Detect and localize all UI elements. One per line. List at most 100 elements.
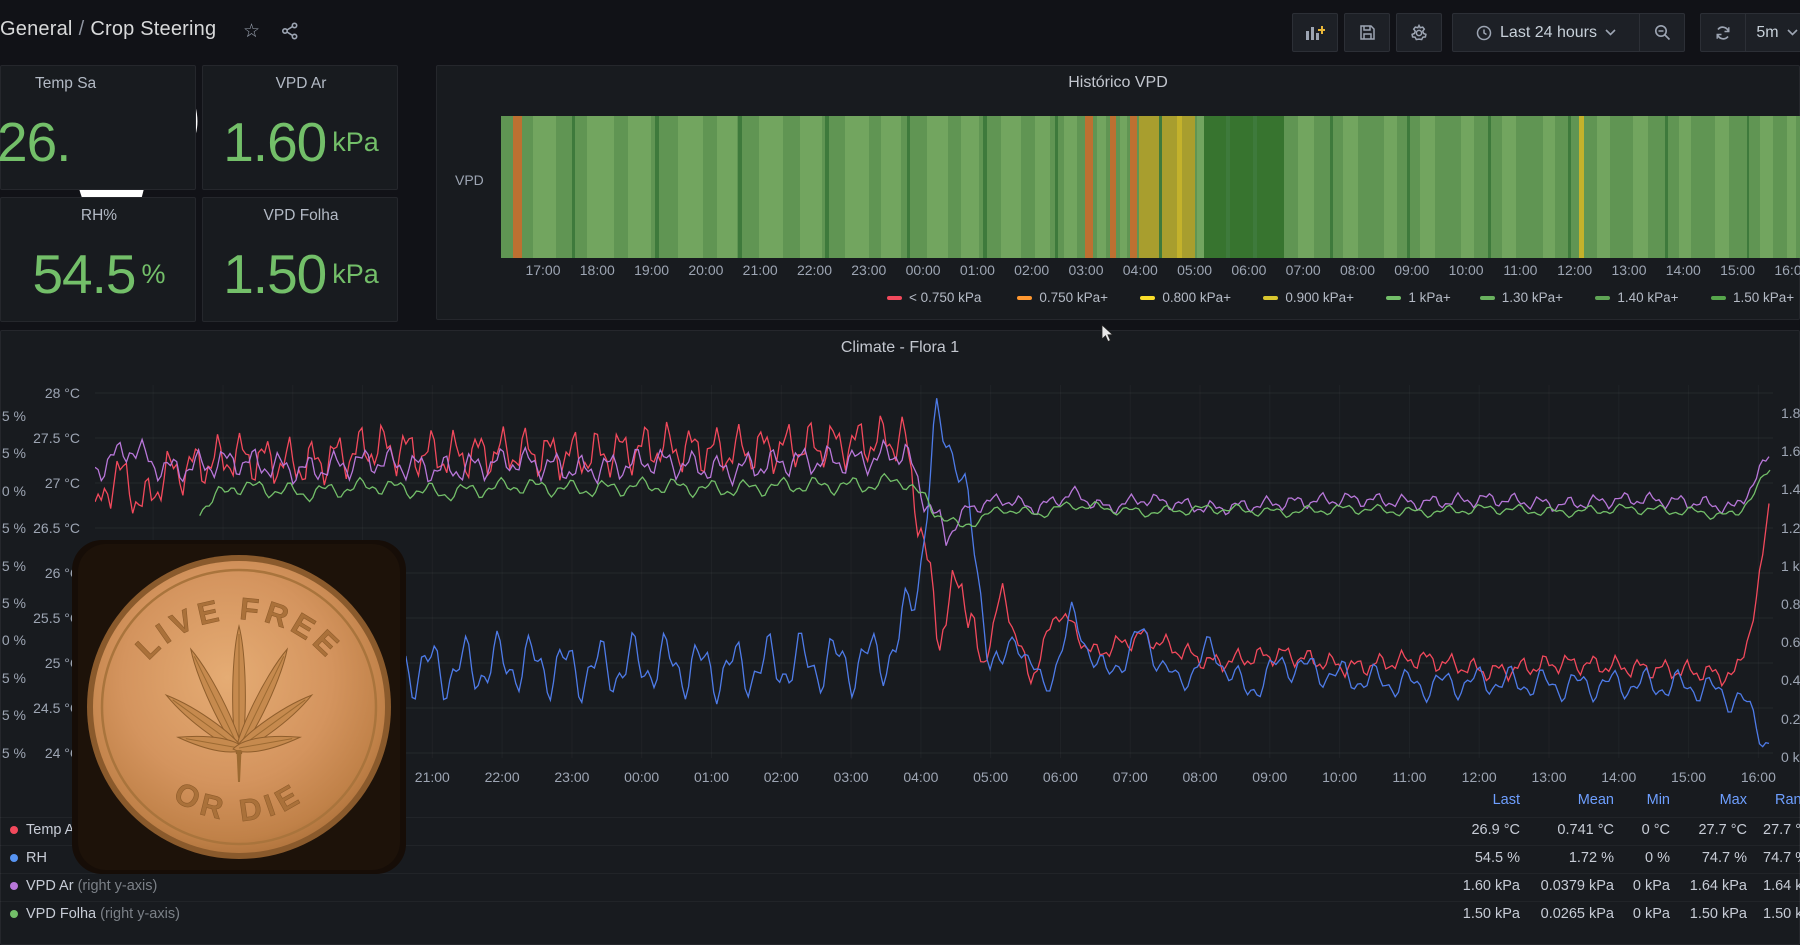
legend-item[interactable]: 1.50 kPa+ [1711, 290, 1794, 305]
climate-x-tick: 01:00 [686, 769, 736, 785]
timeline-segment-or [513, 116, 522, 258]
legend-color-dash [887, 296, 902, 300]
legend-item[interactable]: 0.900 kPa+ [1263, 290, 1354, 305]
table-cell: 1.64 kPa [1637, 878, 1747, 894]
timeline-segment-or [1130, 116, 1137, 258]
table-header[interactable]: Last [1430, 792, 1520, 808]
left-pct-tick: 5 % [0, 670, 26, 686]
legend-item[interactable]: 0.750 kPa+ [1017, 290, 1108, 305]
legend-label: 1.40 kPa+ [1617, 290, 1678, 305]
series-color-dot [10, 882, 18, 890]
timeline-row-label: VPD [455, 172, 484, 188]
timeline-segment-gl [587, 116, 614, 258]
historico-vpd-panel[interactable]: Histórico VPD VPD 17:0018:0019:0020:0021… [436, 65, 1800, 320]
climate-x-tick: 16:00 [1733, 769, 1783, 785]
climate-x-tick: 08:00 [1175, 769, 1225, 785]
timeline-segment-gd [1226, 116, 1231, 258]
stat-unit: % [142, 259, 166, 290]
timeline-x-tick: 03:00 [1061, 262, 1111, 278]
timeline-segment-gd [1159, 116, 1163, 258]
breadcrumb-folder[interactable]: General [0, 18, 73, 40]
climate-x-tick: 22:00 [477, 769, 527, 785]
table-cell: 1.50 k [1763, 906, 1800, 922]
timeline-segment-gl [1001, 116, 1021, 258]
timeline-segment-gd [738, 116, 742, 258]
timeline-segment-gl [1597, 116, 1610, 258]
refresh-button[interactable] [1700, 13, 1746, 52]
series-toggle-rh[interactable]: RH [10, 850, 47, 866]
add-panel-button[interactable] [1292, 13, 1338, 52]
table-cell: 27.7 °C [1763, 822, 1800, 838]
dashboard-settings-button[interactable] [1396, 13, 1442, 52]
timeline-x-tick: 16:00 [1767, 262, 1800, 278]
series-name: RH [26, 850, 47, 866]
stat-rh[interactable]: RH% 54.5 % [0, 197, 196, 322]
stat-temp[interactable]: Temp Sa26. [0, 65, 196, 190]
timeline-segment-gl [678, 116, 703, 258]
vpd-state-timeline[interactable] [501, 116, 1800, 258]
panel-title[interactable]: Histórico VPD [437, 66, 1799, 92]
timeline-segment-gd [1488, 116, 1491, 258]
legend-item[interactable]: 0.800 kPa+ [1140, 290, 1231, 305]
series-color-dot [10, 854, 18, 862]
legend-item[interactable]: 1 kPa+ [1386, 290, 1450, 305]
stat-title: VPD Ar [203, 75, 399, 93]
timeline-x-tick: 07:00 [1278, 262, 1328, 278]
timeline-x-tick: 15:00 [1713, 262, 1763, 278]
time-range-picker[interactable]: Last 24 hours [1452, 13, 1640, 52]
stat-title: RH% [1, 207, 197, 225]
chevron-down-icon [1787, 29, 1798, 36]
legend-color-dash [1140, 296, 1155, 300]
breadcrumb-dashboard[interactable]: Crop Steering [90, 18, 216, 40]
timeline-legend: < 0.750 kPa 0.750 kPa+ 0.800 kPa+ 0.900 kPa… [445, 290, 1800, 310]
timeline-segment-gl [1420, 116, 1434, 258]
timeline-segment-gl [1633, 116, 1647, 258]
table-cell: 27.7 °C [1637, 822, 1747, 838]
timeline-x-tick: 06:00 [1224, 262, 1274, 278]
table-header[interactable]: Max [1657, 792, 1747, 808]
timeline-x-tick: 05:00 [1170, 262, 1220, 278]
legend-item[interactable]: < 0.750 kPa [887, 290, 981, 305]
breadcrumb[interactable]: General/Crop Steering [0, 18, 216, 41]
share-icon[interactable] [281, 22, 299, 45]
legend-item[interactable]: 1.30 kPa+ [1480, 290, 1563, 305]
timeline-x-tick: 08:00 [1333, 262, 1383, 278]
series-toggle-vpd-folha[interactable]: VPD Folha (right y-axis) [10, 906, 180, 922]
dashboard-header: General/Crop Steering ☆ Last 24 hours [0, 0, 1800, 62]
legend-item[interactable]: 1.40 kPa+ [1595, 290, 1678, 305]
timeline-segment-gl [628, 116, 652, 258]
stat-vpd-folha[interactable]: VPD Folha1.50 kPa [202, 197, 398, 322]
timeline-x-tick: 22:00 [790, 262, 840, 278]
table-header[interactable]: Ran [1775, 792, 1800, 808]
legend-color-dash [1480, 296, 1495, 300]
save-dashboard-button[interactable] [1344, 13, 1390, 52]
climate-x-tick: 06:00 [1035, 769, 1085, 785]
timeline-segment-gl [1461, 116, 1474, 258]
climate-x-tick: 14:00 [1594, 769, 1644, 785]
timeline-segment-gl [1120, 116, 1127, 258]
left-temp-tick: 25.5 °C [20, 610, 80, 626]
stat-value: 54.5 % [1, 234, 197, 314]
table-row-divider [0, 901, 1800, 902]
climate-x-tick: 04:00 [896, 769, 946, 785]
timeline-segment-gd [1253, 116, 1258, 258]
refresh-interval-picker[interactable]: 5m [1746, 13, 1800, 52]
table-cell: 74.7 % [1763, 850, 1800, 866]
legend-color-dash [1711, 296, 1726, 300]
zoom-out-time-button[interactable] [1640, 13, 1685, 52]
timeline-segment-gl [1384, 116, 1397, 258]
timeline-segment-yl [1139, 116, 1195, 258]
legend-label: < 0.750 kPa [909, 290, 981, 305]
star-icon[interactable]: ☆ [243, 20, 260, 43]
series-toggle-vpd-ar[interactable]: VPD Ar (right y-axis) [10, 878, 157, 894]
timeline-segment-gd [1055, 116, 1058, 258]
timeline-segment-gl [1715, 116, 1729, 258]
stat-value: 1.60 kPa [203, 102, 399, 182]
left-temp-tick: 27.5 °C [20, 430, 80, 446]
timeline-x-tick: 11:00 [1495, 262, 1545, 278]
stat-vpd-ar[interactable]: VPD Ar 1.60 kPa [202, 65, 398, 190]
climate-x-tick: 02:00 [756, 769, 806, 785]
timeline-segment-gl [1197, 116, 1204, 258]
right-kpa-tick: 0.4 [1781, 672, 1800, 688]
stat-value: 26. [0, 102, 70, 182]
